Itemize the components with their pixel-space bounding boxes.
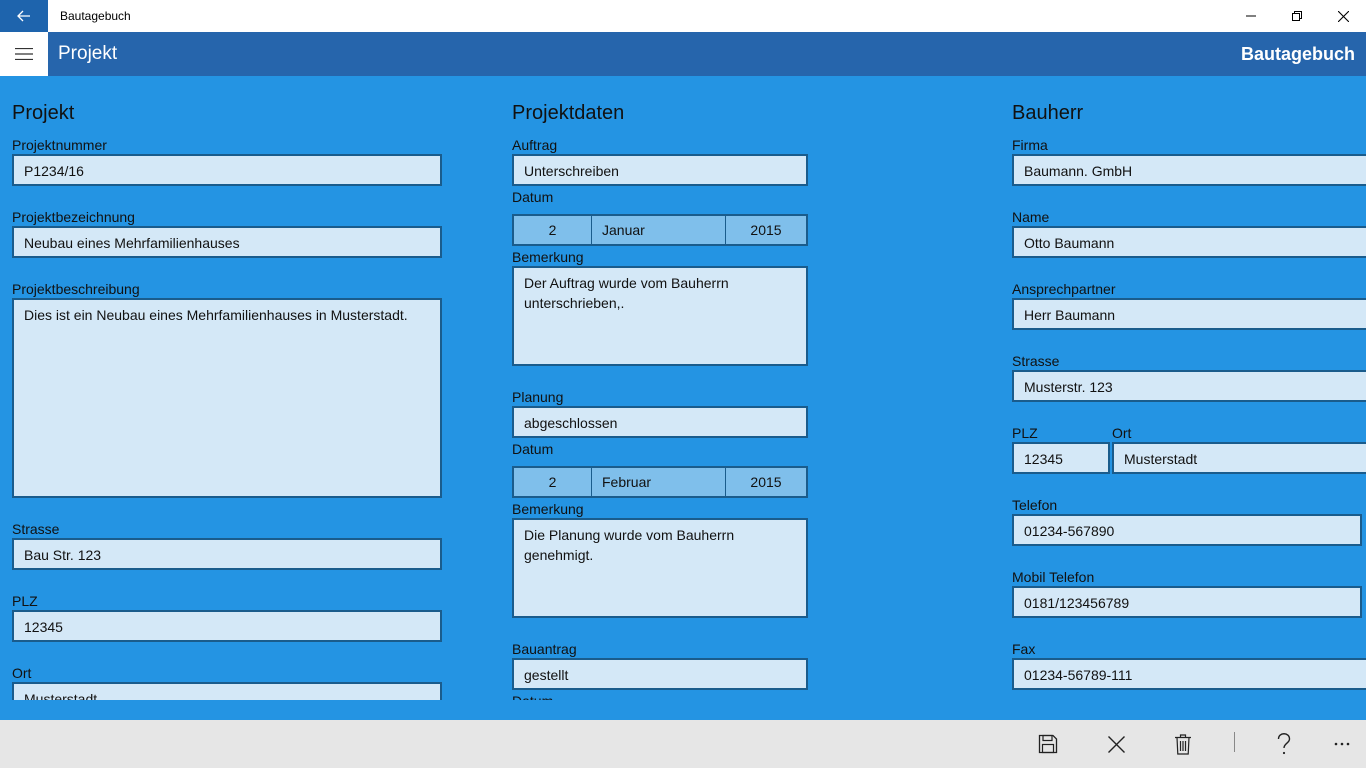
- bauherr-strasse-label: Strasse: [1012, 353, 1060, 369]
- save-button[interactable]: [1024, 720, 1072, 768]
- planung-date-picker[interactable]: 2 Februar 2015: [512, 466, 808, 498]
- window-title: Bautagebuch: [60, 9, 131, 23]
- auftrag-bemerkung-label: Bemerkung: [512, 249, 584, 265]
- menu-button[interactable]: [0, 32, 48, 76]
- date-month[interactable]: Februar: [592, 468, 726, 496]
- bauantrag-label: Bauantrag: [512, 641, 577, 657]
- more-icon: [1334, 742, 1350, 746]
- name-field[interactable]: Otto Baumann: [1012, 226, 1366, 258]
- restore-icon: [1292, 11, 1302, 21]
- delete-button[interactable]: [1159, 720, 1207, 768]
- projektnummer-field[interactable]: P1234/16: [12, 154, 442, 186]
- main-content: Projekt Projektnummer P1234/16 Projektbe…: [0, 76, 1366, 700]
- planung-bemerkung-field[interactable]: Die Planung wurde vom Bauherrn genehmigt…: [512, 518, 808, 618]
- date-month[interactable]: Januar: [592, 216, 726, 244]
- name-label: Name: [1012, 209, 1050, 225]
- close-icon: [1337, 10, 1349, 22]
- more-button[interactable]: [1318, 720, 1366, 768]
- auftrag-label: Auftrag: [512, 137, 558, 153]
- page-title: Projekt: [58, 43, 118, 64]
- hamburger-icon: [15, 48, 33, 60]
- bauantrag-datum-label: Datum: [512, 692, 553, 700]
- firma-field[interactable]: Baumann. GmbH: [1012, 154, 1366, 186]
- date-day[interactable]: 2: [514, 216, 592, 244]
- app-header: Projekt Bautagebuch: [0, 32, 1366, 76]
- cancel-button[interactable]: [1092, 720, 1140, 768]
- projektbeschreibung-field[interactable]: Dies ist ein Neubau eines Mehrfamilienha…: [12, 298, 442, 498]
- fax-label: Fax: [1012, 641, 1036, 657]
- help-button[interactable]: [1260, 720, 1308, 768]
- section-title-bauherr: Bauherr: [1012, 102, 1084, 124]
- bauherr-ort-field[interactable]: Musterstadt: [1112, 442, 1366, 474]
- projekt-ort-field[interactable]: Musterstadt: [12, 682, 442, 700]
- firma-label: Firma: [1012, 137, 1048, 153]
- section-title-projektdaten: Projektdaten: [512, 102, 625, 124]
- projektbeschreibung-label: Projektbeschreibung: [12, 281, 140, 297]
- bauantrag-field[interactable]: gestellt: [512, 658, 808, 690]
- auftrag-bemerkung-field[interactable]: Der Auftrag wurde vom Bauherrn unterschr…: [512, 266, 808, 366]
- date-year[interactable]: 2015: [726, 216, 806, 244]
- projekt-strasse-field[interactable]: Bau Str. 123: [12, 538, 442, 570]
- planung-field[interactable]: abgeschlossen: [512, 406, 808, 438]
- minimize-icon: [1246, 15, 1256, 17]
- fax-field[interactable]: 01234-56789-111: [1012, 658, 1366, 690]
- bauherr-plz-field[interactable]: 12345: [1012, 442, 1110, 474]
- planung-label: Planung: [512, 389, 564, 405]
- projektnummer-label: Projektnummer: [12, 137, 107, 153]
- projekt-plz-label: PLZ: [12, 593, 38, 609]
- app-brand: Bautagebuch: [1240, 44, 1355, 64]
- ansprechpartner-label: Ansprechpartner: [1012, 281, 1116, 297]
- title-bar: Bautagebuch: [0, 0, 1366, 32]
- projekt-strasse-label: Strasse: [12, 521, 60, 537]
- close-window-button[interactable]: [1320, 0, 1366, 32]
- planung-bemerkung-label: Bemerkung: [512, 501, 584, 517]
- back-button[interactable]: [0, 0, 48, 32]
- bauherr-strasse-field[interactable]: Musterstr. 123: [1012, 370, 1366, 402]
- minimize-button[interactable]: [1228, 0, 1274, 32]
- auftrag-date-picker[interactable]: 2 Januar 2015: [512, 214, 808, 246]
- close-icon: [1107, 735, 1125, 753]
- back-arrow-icon: [17, 10, 30, 22]
- planung-datum-label: Datum: [512, 441, 554, 457]
- date-day[interactable]: 2: [514, 468, 592, 496]
- ansprechpartner-field[interactable]: Herr Baumann: [1012, 298, 1366, 330]
- command-bar: [0, 720, 1366, 768]
- auftrag-field[interactable]: Unterschreiben: [512, 154, 808, 186]
- trash-icon: [1175, 733, 1191, 755]
- projekt-plz-field[interactable]: 12345: [12, 610, 442, 642]
- help-icon: [1277, 733, 1291, 755]
- projektbezeichnung-field[interactable]: Neubau eines Mehrfamilienhauses: [12, 226, 442, 258]
- auftrag-datum-label: Datum: [512, 189, 554, 205]
- save-icon: [1038, 734, 1058, 754]
- projektbezeichnung-label: Projektbezeichnung: [12, 209, 135, 225]
- section-title-projekt: Projekt: [12, 102, 75, 124]
- telefon-field[interactable]: 01234-567890: [1012, 514, 1362, 546]
- command-separator: [1234, 732, 1235, 752]
- projekt-ort-label: Ort: [12, 665, 32, 681]
- date-year[interactable]: 2015: [726, 468, 806, 496]
- bauherr-ort-label: Ort: [1112, 425, 1132, 441]
- mobil-telefon-field[interactable]: 0181/123456789: [1012, 586, 1362, 618]
- bauherr-plz-label: PLZ: [1012, 425, 1038, 441]
- telefon-label: Telefon: [1012, 497, 1058, 513]
- mobil-telefon-label: Mobil Telefon: [1012, 569, 1095, 585]
- restore-button[interactable]: [1274, 0, 1320, 32]
